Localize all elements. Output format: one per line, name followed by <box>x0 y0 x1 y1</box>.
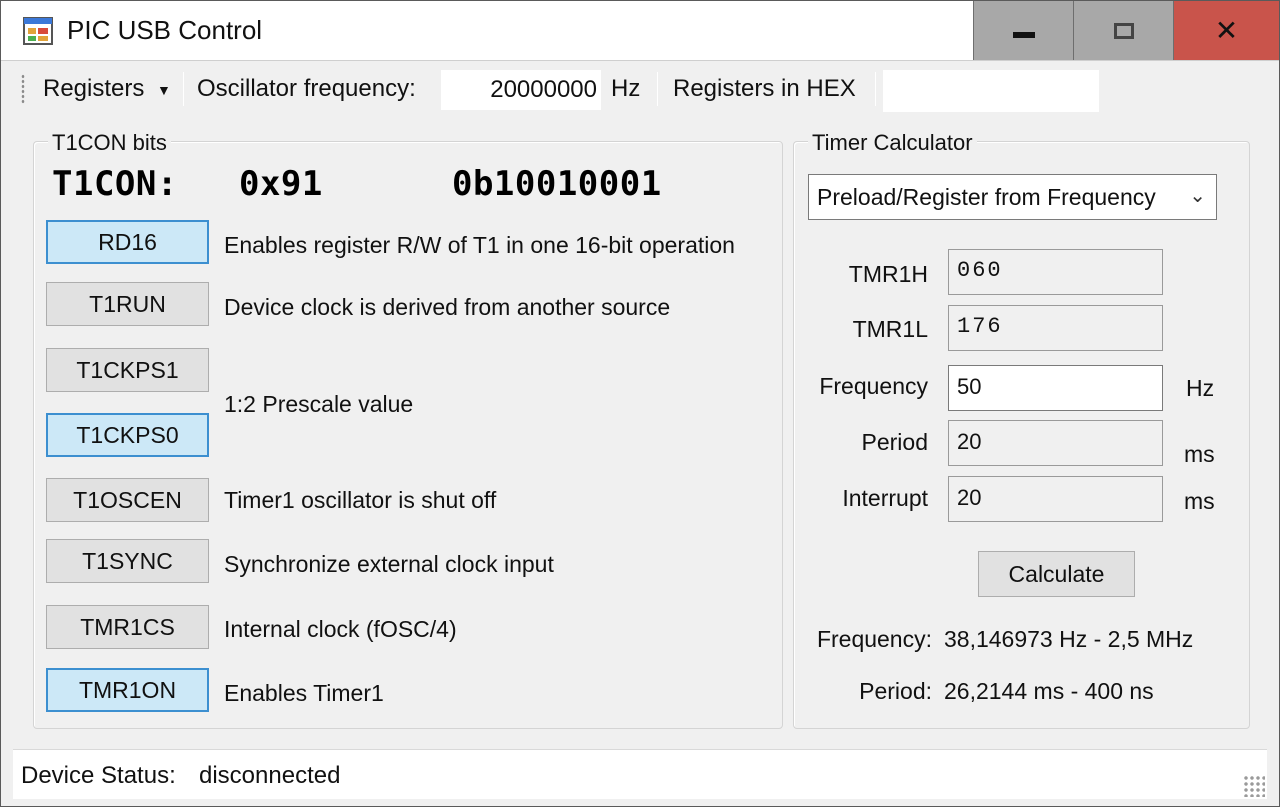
frequency-input[interactable]: 50 <box>948 365 1163 411</box>
oscillator-frequency-label: Oscillator frequency: <box>197 75 416 102</box>
title-bar[interactable]: PIC USB Control ✕ <box>1 1 1279 61</box>
t1con-bits-group: T1CON bits T1CON: 0x91 0b10010001 RD16 E… <box>33 130 783 729</box>
interrupt-field[interactable]: 20 <box>948 476 1163 522</box>
frequency-unit: Hz <box>1186 375 1215 401</box>
tmr1l-label: TMR1L <box>852 316 928 342</box>
bit-button-t1sync[interactable]: T1SYNC <box>46 539 209 583</box>
period-field[interactable]: 20 <box>948 420 1163 466</box>
resize-grip[interactable] <box>1243 775 1265 797</box>
register-hex-value: 0x91 <box>238 164 323 204</box>
caret-down-icon: ▼ <box>157 81 171 98</box>
oscillator-frequency-input[interactable] <box>441 70 601 110</box>
chevron-down-icon: ⌄ <box>1189 185 1206 207</box>
register-binary-value: 0b10010001 <box>451 164 662 204</box>
toolbar: Registers ▼ Oscillator frequency: Hz Reg… <box>1 62 1279 118</box>
bit-description: Internal clock (fOSC/4) <box>224 616 457 642</box>
calculator-mode-value: Preload/Register from Frequency <box>817 183 1156 210</box>
close-icon: ✕ <box>1214 14 1239 47</box>
interrupt-label: Interrupt <box>842 485 928 511</box>
result-frequency-label: Frequency: <box>816 626 932 652</box>
interrupt-unit: ms <box>1184 488 1215 514</box>
tmr1l-field[interactable]: 176 <box>948 305 1163 351</box>
registers-dropdown[interactable]: Registers ▼ <box>43 75 171 103</box>
minimize-icon <box>1012 31 1035 38</box>
bit-button-rd16[interactable]: RD16 <box>46 220 209 264</box>
status-bar: Device Status: disconnected <box>13 749 1267 799</box>
bit-button-tmr1cs[interactable]: TMR1CS <box>46 605 209 649</box>
window-title: PIC USB Control <box>67 15 263 45</box>
device-status-label: Device Status: <box>21 762 176 789</box>
app-window-icon <box>23 15 55 47</box>
frequency-label: Frequency <box>819 373 928 399</box>
bit-description: Device clock is derived from another sou… <box>224 294 671 320</box>
calculate-button[interactable]: Calculate <box>978 551 1135 597</box>
close-button[interactable]: ✕ <box>1173 1 1279 60</box>
oscillator-unit-label: Hz <box>611 75 641 102</box>
group-title: T1CON bits <box>48 130 171 156</box>
toolbar-separator <box>875 72 876 106</box>
tmr1h-label: TMR1H <box>848 261 928 287</box>
group-title: Timer Calculator <box>808 130 977 156</box>
period-label: Period <box>861 429 928 455</box>
bit-description: Synchronize external clock input <box>224 551 554 577</box>
t1con-register-display: T1CON: 0x91 0b10010001 <box>52 164 662 204</box>
bit-description: Enables register R/W of T1 in one 16-bit… <box>224 232 735 258</box>
bit-description: Timer1 oscillator is shut off <box>224 487 497 513</box>
bit-description: Enables Timer1 <box>224 680 384 706</box>
tmr1h-field[interactable]: 060 <box>948 249 1163 295</box>
toolbar-grip[interactable] <box>21 74 25 104</box>
bit-button-t1run[interactable]: T1RUN <box>46 282 209 326</box>
period-unit: ms <box>1184 441 1215 467</box>
result-period-label: Period: <box>859 678 932 704</box>
prescale-description: 1:2 Prescale value <box>224 391 414 417</box>
registers-hex-input[interactable] <box>883 70 1099 112</box>
app-window: PIC USB Control ✕ Registers ▼ Oscillator… <box>0 0 1280 807</box>
calculator-mode-select[interactable]: Preload/Register from Frequency ⌄ <box>808 174 1217 220</box>
maximize-icon <box>1113 22 1134 39</box>
register-name: T1CON: <box>52 164 178 204</box>
toolbar-separator <box>657 72 658 106</box>
bit-button-t1ckps0[interactable]: T1CKPS0 <box>46 413 209 457</box>
registers-hex-label: Registers in HEX <box>673 75 856 102</box>
registers-dropdown-label: Registers <box>43 75 145 102</box>
result-period-value: 26,2144 ms - 400 ns <box>944 678 1154 704</box>
bit-button-tmr1on[interactable]: TMR1ON <box>46 668 209 712</box>
bit-button-t1ckps1[interactable]: T1CKPS1 <box>46 348 209 392</box>
timer-calculator-group: Timer Calculator Preload/Register from F… <box>793 130 1250 729</box>
device-status-value: disconnected <box>199 762 341 789</box>
bit-button-t1oscen[interactable]: T1OSCEN <box>46 478 209 522</box>
toolbar-separator <box>183 72 184 106</box>
minimize-button[interactable] <box>973 1 1073 60</box>
maximize-button[interactable] <box>1073 1 1173 60</box>
result-frequency-value: 38,146973 Hz - 2,5 MHz <box>944 626 1194 652</box>
